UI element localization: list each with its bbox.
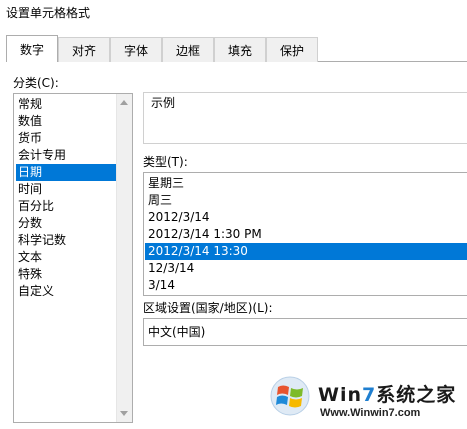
tab-number-label: 数字	[19, 42, 44, 57]
watermark: Win7系统之家 Www.Winwin7.com	[270, 376, 467, 429]
tab-font[interactable]: 字体	[110, 37, 162, 62]
category-item-currency[interactable]: 货币	[16, 130, 119, 147]
category-item-fraction[interactable]: 分数	[16, 215, 119, 232]
tab-bar: 数字 对齐 字体 边框 填充 保护	[6, 35, 467, 63]
category-item-percentage[interactable]: 百分比	[16, 198, 119, 215]
category-scrollbar[interactable]	[116, 94, 132, 422]
watermark-brand: Win7系统之家	[318, 380, 456, 407]
category-item-custom[interactable]: 自定义	[16, 283, 119, 300]
category-item-time[interactable]: 时间	[16, 181, 119, 198]
tab-font-label: 字体	[123, 43, 148, 58]
tab-fill[interactable]: 填充	[214, 37, 266, 62]
tab-number[interactable]: 数字	[6, 35, 58, 63]
category-item-accounting[interactable]: 会计专用	[16, 147, 119, 164]
watermark-url: Www.Winwin7.com	[320, 407, 421, 419]
tab-fill-label: 填充	[227, 43, 252, 58]
scroll-down-arrow-icon[interactable]	[120, 411, 128, 416]
category-label: 分类(C):	[13, 76, 59, 90]
type-item[interactable]: 2012/3/14 1:30 PM	[145, 226, 467, 243]
category-item-general[interactable]: 常规	[16, 96, 119, 113]
locale-select[interactable]: 中文(中国)	[143, 318, 467, 346]
category-item-text[interactable]: 文本	[16, 249, 119, 266]
type-item-selected[interactable]: 2012/3/14 13:30	[145, 243, 467, 260]
category-item-scientific[interactable]: 科学记数	[16, 232, 119, 249]
scroll-up-arrow-icon[interactable]	[120, 100, 128, 105]
tab-protection[interactable]: 保护	[266, 37, 318, 62]
tab-alignment-label: 对齐	[71, 43, 96, 58]
watermark-brand-prefix: Win	[318, 384, 362, 406]
type-item[interactable]: 3/14	[145, 277, 467, 294]
type-label: 类型(T):	[143, 155, 188, 169]
watermark-brand-seven: 7	[362, 384, 377, 406]
category-item-date[interactable]: 日期	[16, 164, 119, 181]
category-listbox[interactable]: 常规 数值 货币 会计专用 日期 时间 百分比 分数 科学记数 文本 特殊 自定…	[13, 93, 133, 423]
tab-border-label: 边框	[175, 43, 200, 58]
tab-alignment[interactable]: 对齐	[58, 37, 110, 62]
sample-value	[146, 112, 467, 142]
windows-logo-icon	[270, 376, 310, 416]
type-listbox[interactable]: 星期三 周三 2012/3/14 2012/3/14 1:30 PM 2012/…	[143, 172, 467, 296]
type-item[interactable]: 2012/3/14	[145, 209, 467, 226]
sample-label: 示例	[149, 94, 178, 111]
dialog-title: 设置单元格格式	[6, 6, 91, 20]
category-item-number[interactable]: 数值	[16, 113, 119, 130]
tab-protection-label: 保护	[279, 43, 304, 58]
tab-border[interactable]: 边框	[162, 37, 214, 62]
type-item[interactable]: 12/3/14	[145, 260, 467, 277]
type-item[interactable]: 星期三	[145, 175, 467, 192]
locale-label: 区域设置(国家/地区)(L):	[143, 301, 273, 315]
category-item-special[interactable]: 特殊	[16, 266, 119, 283]
type-item[interactable]: 周三	[145, 192, 467, 209]
watermark-brand-suffix: 系统之家	[376, 384, 457, 406]
